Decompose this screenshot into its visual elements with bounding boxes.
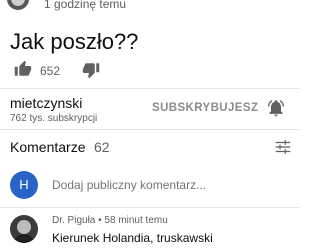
subscriber-count: 762 tys. subskrypcji <box>10 113 98 124</box>
comment-time: 58 minut temu <box>104 215 168 226</box>
comment-meta: Dr. Piguła • 58 minut temu <box>52 215 168 226</box>
subscribe-button[interactable]: SUBSKRYBUJESZ <box>152 102 258 114</box>
post-actions: 652 <box>14 60 134 80</box>
sort-icon[interactable] <box>274 138 292 156</box>
thumbs-down-icon[interactable] <box>82 61 100 79</box>
post-time: 1 godzinę temu <box>44 0 127 11</box>
post-header: 1 godzinę temu <box>0 0 300 12</box>
comment-author[interactable]: Dr. Piguła <box>52 215 95 226</box>
comment-text: Kierunek Holandia, truskawski <box>52 231 213 245</box>
user-avatar[interactable]: H <box>10 171 38 199</box>
comments-title: Komentarze <box>10 139 86 155</box>
divider <box>0 129 300 130</box>
like-count: 652 <box>40 64 61 78</box>
thumbs-up-icon[interactable] <box>14 60 32 78</box>
comment-input[interactable] <box>52 178 282 192</box>
add-comment-row: H <box>0 170 300 200</box>
channel-avatar[interactable] <box>7 0 29 10</box>
channel-row: mietczynski 762 tys. subskrypcji SUBSKRY… <box>0 88 300 128</box>
channel-name[interactable]: mietczynski <box>10 95 82 111</box>
post-text: Jak poszło?? <box>10 29 139 54</box>
bell-icon[interactable] <box>266 98 286 118</box>
commenter-avatar[interactable] <box>10 215 38 243</box>
comments-header[interactable]: Komentarze 62 <box>0 134 300 162</box>
comments-count: 62 <box>94 139 110 155</box>
divider <box>0 207 300 208</box>
comment-item: Dr. Piguła • 58 minut temu Kierunek Hola… <box>0 211 300 250</box>
